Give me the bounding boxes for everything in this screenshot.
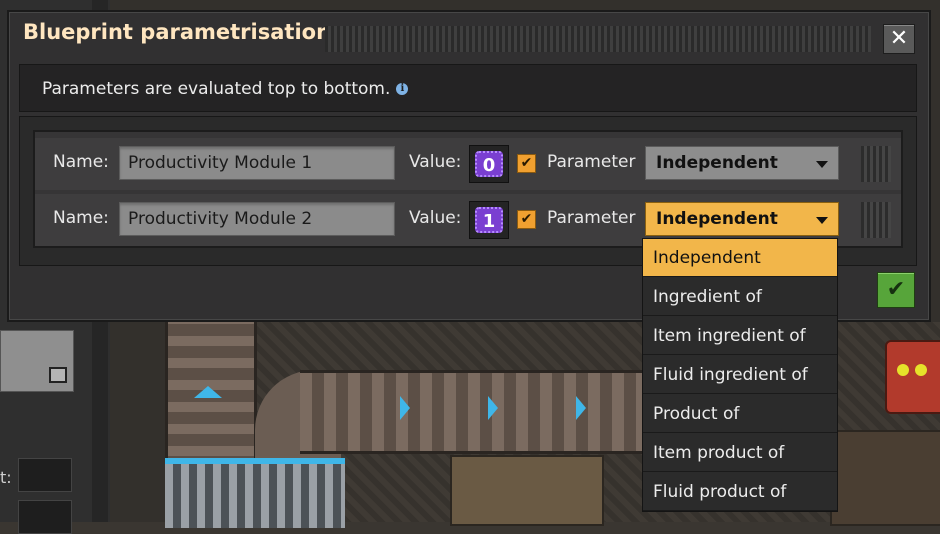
title-bar: Blueprint parametrisation ✕ — [9, 12, 929, 60]
parameter-checkbox[interactable]: ✔ — [517, 154, 536, 173]
value-signal-badge: 0 — [475, 151, 503, 177]
dropdown-option[interactable]: Fluid product of — [643, 473, 837, 511]
parameter-label: Parameter — [547, 208, 636, 228]
side-input[interactable] — [18, 458, 72, 492]
parameter-type-options: Independent Ingredient of Item ingredien… — [642, 238, 838, 512]
value-label: Value: — [409, 208, 462, 228]
dropdown-option[interactable]: Item ingredient of — [643, 317, 837, 355]
drag-handle[interactable] — [325, 26, 871, 52]
side-label: t: — [0, 468, 12, 487]
dropdown-option[interactable]: Fluid ingredient of — [643, 356, 837, 394]
name-input[interactable]: Productivity Module 2 — [119, 202, 395, 236]
name-input[interactable]: Productivity Module 1 — [119, 146, 395, 180]
belt-arrow-icon — [488, 396, 498, 420]
value-label: Value: — [409, 152, 462, 172]
belt-arrow-icon — [194, 386, 222, 398]
assembling-machine — [450, 455, 604, 526]
chevron-down-icon — [816, 217, 828, 224]
row-drag-handle[interactable] — [861, 202, 891, 238]
row-drag-handle[interactable] — [861, 146, 891, 182]
parameter-type-dropdown[interactable]: Independent — [645, 202, 839, 236]
info-message: Parameters are evaluated top to bottom. — [42, 79, 391, 99]
parameter-checkbox[interactable]: ✔ — [517, 210, 536, 229]
side-input[interactable] — [18, 500, 72, 534]
parameter-type-dropdown[interactable]: Independent — [645, 146, 839, 180]
dropdown-option[interactable]: Item product of — [643, 434, 837, 472]
chevron-down-icon — [816, 161, 828, 168]
name-label: Name: — [53, 152, 109, 172]
dialog-title: Blueprint parametrisation — [23, 20, 332, 44]
info-panel: Parameters are evaluated top to bottom. i — [19, 64, 917, 112]
info-icon[interactable]: i — [396, 83, 409, 95]
confirm-button[interactable]: ✔ — [877, 272, 915, 308]
belt-arrow-icon — [400, 396, 410, 420]
combinator — [885, 340, 940, 414]
image-preview — [0, 330, 74, 392]
parameter-row: Name: Productivity Module 1 Value: 0 ✔ P… — [35, 138, 901, 190]
inserters — [165, 458, 345, 528]
info-text: Parameters are evaluated top to bottom. i — [42, 79, 409, 99]
value-slot[interactable]: 0 — [469, 145, 509, 183]
parameter-label: Parameter — [547, 152, 636, 172]
close-button[interactable]: ✕ — [883, 24, 915, 54]
belt-arrow-icon — [576, 396, 586, 420]
value-slot[interactable]: 1 — [469, 201, 509, 239]
dropdown-option[interactable]: Ingredient of — [643, 278, 837, 316]
image-icon[interactable] — [49, 367, 67, 383]
dropdown-value: Independent — [656, 153, 778, 173]
name-label: Name: — [53, 208, 109, 228]
dropdown-option[interactable]: Independent — [643, 239, 837, 277]
dropdown-option[interactable]: Product of — [643, 395, 837, 433]
dropdown-value: Independent — [656, 209, 778, 229]
value-signal-badge: 1 — [475, 207, 503, 233]
machine — [830, 430, 940, 526]
